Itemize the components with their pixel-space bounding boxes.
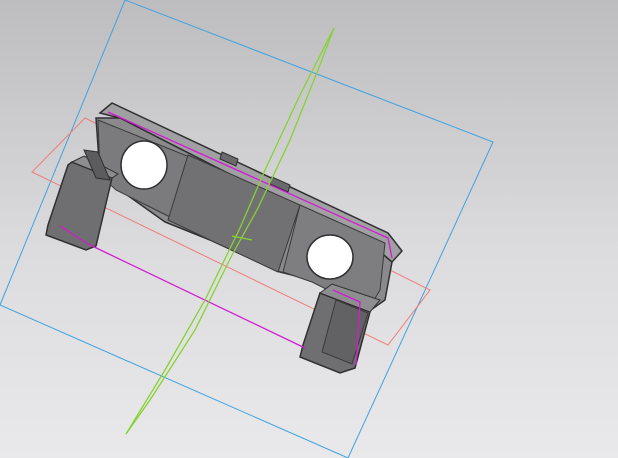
cad-3d-viewport[interactable] xyxy=(0,0,618,458)
part-hole-right[interactable] xyxy=(306,234,354,280)
model-scene[interactable] xyxy=(0,0,618,458)
part-hole-left[interactable] xyxy=(120,140,168,190)
bracket-part[interactable] xyxy=(45,102,403,374)
